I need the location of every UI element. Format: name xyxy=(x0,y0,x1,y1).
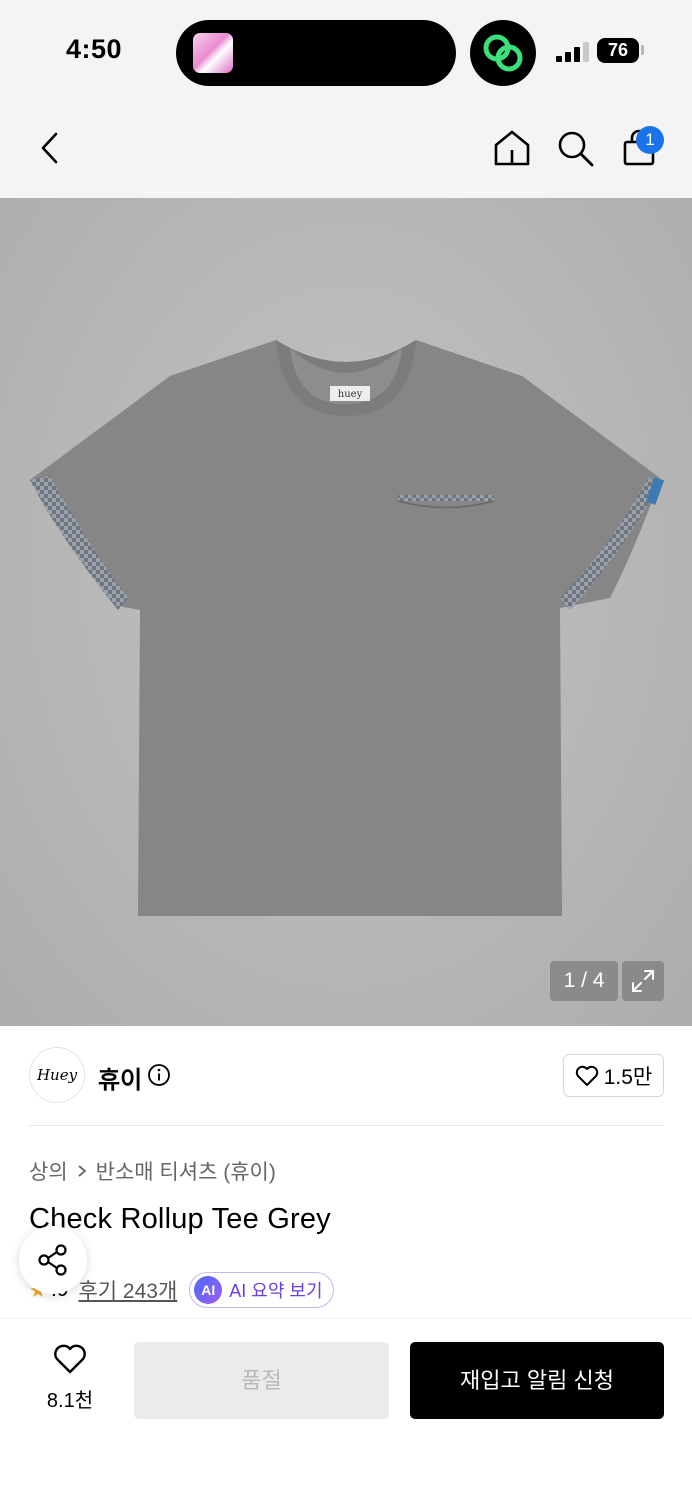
wishlist-count: 8.1천 xyxy=(46,1390,94,1412)
section-divider xyxy=(29,1125,664,1126)
product-title: Check Rollup Tee Grey xyxy=(29,1203,331,1235)
brand-like-count: 1.5만 xyxy=(603,1065,653,1089)
back-button[interactable] xyxy=(26,124,74,172)
image-page-counter: 1 / 4 xyxy=(550,961,618,1001)
search-icon xyxy=(558,131,594,167)
home-button[interactable] xyxy=(488,124,536,172)
review-count-link[interactable]: 후기 243개 xyxy=(78,1275,177,1305)
share-icon xyxy=(38,1244,67,1276)
now-playing-thumbnail xyxy=(193,33,233,73)
product-tshirt-image: huey xyxy=(30,340,665,916)
brand-name[interactable]: 휴이 xyxy=(98,1060,142,1095)
expand-icon xyxy=(632,970,654,992)
chevron-right-icon xyxy=(78,1165,87,1177)
brand-info-button[interactable] xyxy=(147,1063,171,1087)
breadcrumb-category[interactable]: 상의 xyxy=(29,1156,68,1186)
heart-icon xyxy=(54,1344,86,1374)
cart-count-badge: 1 xyxy=(636,126,664,154)
battery-indicator: 76 xyxy=(597,38,639,63)
wishlist-button[interactable]: 8.1천 xyxy=(30,1343,110,1413)
status-time: 4:50 xyxy=(66,34,123,64)
sold-out-button: 품절 xyxy=(134,1342,389,1419)
ai-badge-icon: AI xyxy=(194,1276,223,1304)
brand-logo[interactable]: Huey xyxy=(29,1047,85,1103)
battery-tip xyxy=(641,45,644,55)
share-button[interactable] xyxy=(19,1226,87,1294)
restock-alert-button[interactable]: 재입고 알림 신청 xyxy=(410,1342,664,1419)
chevron-left-icon xyxy=(41,132,58,164)
status-bar: 4:50 76 xyxy=(0,0,692,100)
info-icon xyxy=(148,1064,170,1086)
dynamic-island[interactable] xyxy=(176,20,456,86)
linked-rings-icon xyxy=(483,34,523,72)
heart-icon xyxy=(575,1065,598,1086)
product-image-gallery[interactable]: huey xyxy=(0,198,692,1026)
search-button[interactable] xyxy=(551,124,599,172)
brand-like-button[interactable]: 1.5만 xyxy=(563,1054,664,1097)
island-app-bubble[interactable] xyxy=(470,20,536,86)
home-icon xyxy=(494,130,530,166)
cellular-signal-icon xyxy=(556,42,590,62)
expand-image-button[interactable] xyxy=(622,961,664,1001)
top-navigation xyxy=(0,100,692,198)
garment-label-text: huey xyxy=(338,389,363,400)
breadcrumb-subcategory[interactable]: 반소매 티셔츠 (휴이) xyxy=(96,1156,276,1186)
ai-summary-label: AI 요약 보기 xyxy=(229,1281,323,1301)
ai-summary-button[interactable]: AI AI 요약 보기 xyxy=(189,1272,334,1308)
product-detail-page: 4:50 76 1 huey 1 / 4 Huey 휴이 1.5만 상의 반소매… xyxy=(0,0,692,1500)
breadcrumb: 상의 반소매 티셔츠 (휴이) xyxy=(29,1156,276,1186)
